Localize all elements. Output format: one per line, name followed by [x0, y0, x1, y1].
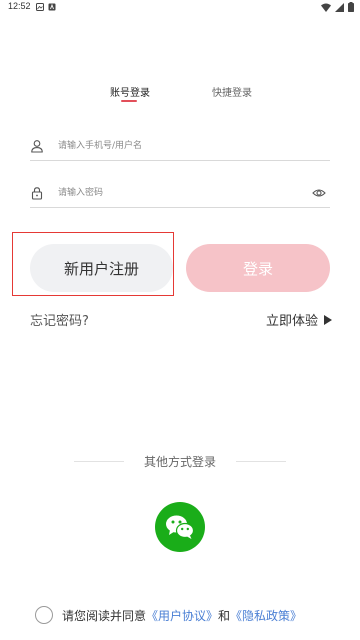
username-input[interactable] — [58, 136, 308, 156]
divider-right — [236, 461, 286, 462]
signal-icon — [335, 2, 344, 12]
play-arrow-icon — [324, 314, 332, 325]
other-login-section: 其他方式登录 — [0, 452, 360, 472]
battery-icon — [348, 2, 354, 12]
active-tab-indicator — [121, 100, 137, 102]
status-time: 12:52 — [8, 1, 31, 11]
privacy-policy-link[interactable]: 《隐私政策》 — [230, 607, 302, 624]
tab-account-login[interactable]: 账号登录 — [110, 84, 150, 99]
tab-quick-login[interactable]: 快捷登录 — [212, 84, 252, 99]
eye-icon[interactable] — [312, 186, 326, 200]
agree-checkbox[interactable] — [35, 606, 53, 624]
user-icon — [31, 140, 43, 153]
register-button[interactable]: 新用户注册 — [30, 244, 173, 292]
user-agreement-link[interactable]: 《用户协议》 — [146, 607, 218, 624]
username-field — [30, 131, 330, 161]
try-now-label: 立即体验 — [265, 314, 318, 329]
status-icons — [321, 2, 354, 12]
gallery-notification-icon — [36, 3, 44, 11]
password-input[interactable] — [58, 183, 308, 203]
status-bar: 12:52 — [0, 0, 360, 14]
password-field — [30, 178, 330, 208]
lock-icon — [31, 187, 43, 200]
wechat-login-button[interactable] — [155, 502, 205, 552]
agreement-row: 请您阅读并同意 《用户协议》 和 《隐私政策》 — [35, 605, 302, 625]
agreement-and: 和 — [218, 608, 231, 623]
other-login-label: 其他方式登录 — [143, 455, 216, 469]
try-now-link[interactable]: 立即体验 — [266, 310, 332, 329]
forgot-password-link[interactable]: 忘记密码? — [30, 310, 89, 329]
wifi-icon — [321, 3, 331, 12]
wechat-icon — [166, 515, 195, 539]
agreement-prefix: 请您阅读并同意 — [62, 608, 147, 623]
app-notification-icon — [48, 3, 56, 11]
login-tabs: 账号登录 快捷登录 — [0, 84, 360, 104]
login-button[interactable]: 登录 — [186, 244, 330, 292]
